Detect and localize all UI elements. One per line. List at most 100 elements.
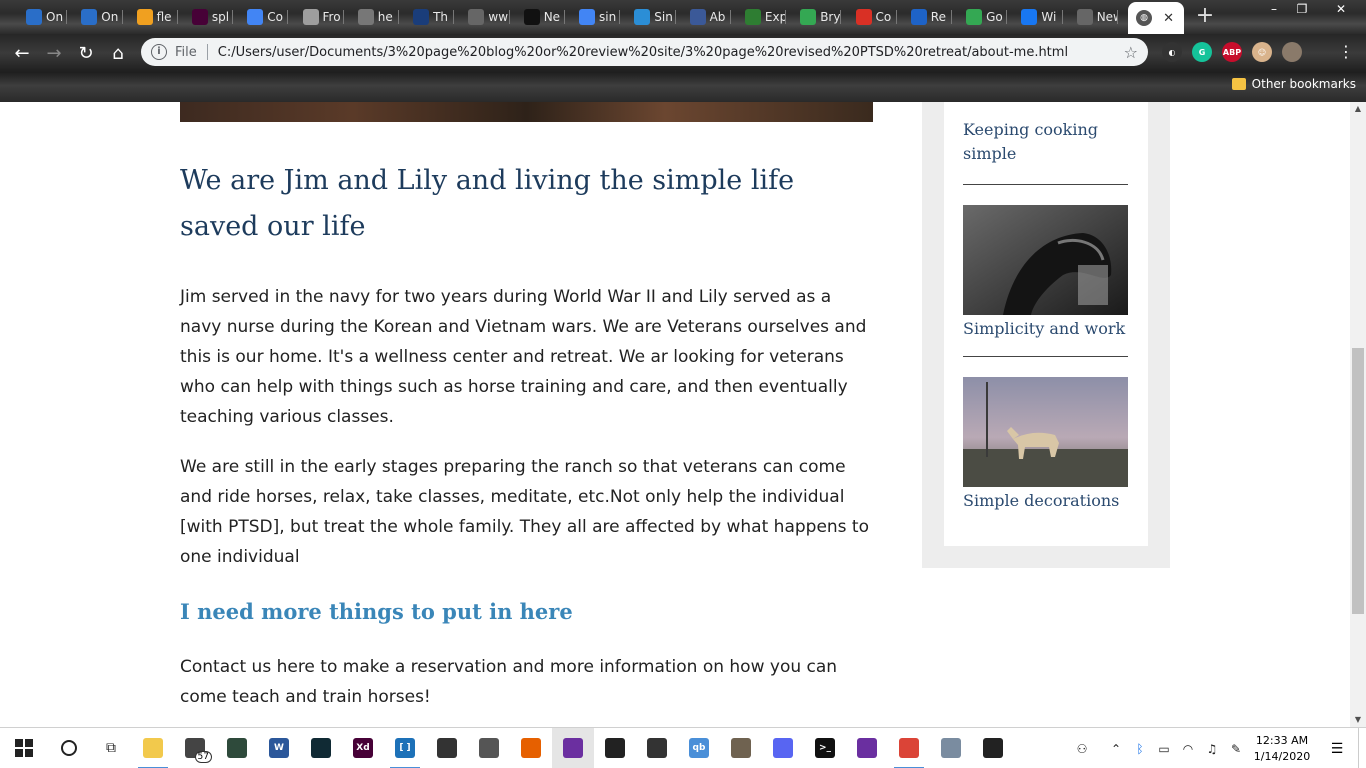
browser-tab[interactable]: On [67,4,123,30]
browser-tab[interactable]: Go [952,4,1008,30]
sidebar-item-work[interactable]: Simplicity and work [963,205,1128,341]
qb-icon: qb [689,738,709,758]
volume-icon[interactable]: ♫ [1200,742,1224,756]
scheme-label: File [175,44,197,60]
scroll-up-arrow-icon[interactable]: ▲ [1350,102,1366,116]
other-bookmarks-label: Other bookmarks [1251,77,1356,91]
sidebar-item-decorations[interactable]: Simple decorations [963,377,1128,513]
sidebar-link-work[interactable]: Simplicity and work [963,317,1128,341]
browser-tab[interactable]: sin [565,4,621,30]
sidebar-link-cooking[interactable]: Keeping cooking simple [963,118,1128,166]
taskbar-app-button[interactable] [720,728,762,768]
tray-chevron-icon[interactable]: ⌃ [1104,742,1128,756]
wifi-icon[interactable]: ◠ [1176,742,1200,756]
address-bar[interactable]: i File C:/Users/user/Documents/3%20page%… [141,38,1148,66]
home-button[interactable]: ⌂ [102,43,134,64]
taskbar-app-button[interactable]: W [258,728,300,768]
browser-tab[interactable]: fle [123,4,178,30]
taskbar-app-button[interactable] [636,728,678,768]
browser-tab[interactable]: Bry [786,4,842,30]
taskbar-app-button[interactable] [846,728,888,768]
taskbar-app-button[interactable] [972,728,1014,768]
profile-avatar-icon[interactable] [1282,42,1302,62]
battery-icon[interactable]: ▭ [1152,742,1176,756]
taskbar-app-button[interactable] [132,728,174,768]
horse-field-thumbnail[interactable] [963,377,1128,487]
reload-button[interactable]: ↻ [70,43,102,64]
pen-icon[interactable]: ✎ [1224,742,1248,756]
tab-label: he [377,10,393,24]
active-tab[interactable]: ◍ ✕ [1128,2,1184,34]
other-bookmarks[interactable]: Other bookmarks [1231,77,1356,91]
scrollbar-thumb[interactable] [1352,348,1364,614]
docs-icon [247,9,264,25]
contrast-icon[interactable]: ◐ [1162,42,1182,62]
data-app-icon [479,738,499,758]
tab-label: sin [599,10,617,24]
taskbar-app-button[interactable] [594,728,636,768]
sidebar-item-cooking[interactable]: Keeping cooking simple [963,118,1128,166]
browser-tab[interactable]: Sin [620,4,676,30]
taskbar-app-button[interactable] [300,728,342,768]
blank-icon [1076,9,1093,25]
page-scrollbar[interactable]: ▲ ▼ [1350,102,1366,727]
taskbar-app-button[interactable] [762,728,804,768]
ranch-paragraph: We are still in the early stages prepari… [180,457,869,567]
saddle-thumbnail[interactable] [963,205,1128,315]
browser-tab[interactable]: Co [233,4,289,30]
browser-tab[interactable]: ww [454,4,510,30]
taskbar-app-button[interactable] [468,728,510,768]
tab-label: Co [875,10,892,24]
browser-tab[interactable]: Th [399,4,455,30]
taskbar-app-button[interactable]: 57 [174,728,216,768]
show-desktop-button[interactable] [1358,728,1366,768]
close-window-button[interactable]: ✕ [1316,0,1366,18]
browser-tab[interactable]: Exp [731,4,787,30]
browser-tab[interactable]: New Ta [1063,4,1118,30]
browser-tab[interactable]: spl [178,4,234,30]
bookmark-star-icon[interactable]: ☆ [1124,43,1138,62]
taskbar-app-button[interactable] [510,728,552,768]
browser-tab[interactable]: Ne [510,4,565,30]
browser-tab[interactable]: Co [842,4,897,30]
minimize-button[interactable]: – [1260,0,1288,18]
browser-tab[interactable]: Fro [289,4,344,30]
adblock-icon[interactable]: ABP [1222,42,1242,62]
taskbar-app-button[interactable] [552,727,594,768]
tab-label: Wi [1041,10,1057,24]
info-icon[interactable]: i [151,44,167,60]
scroll-down-arrow-icon[interactable]: ▼ [1350,713,1366,727]
search-circle-button[interactable] [48,728,90,768]
forward-button[interactable]: → [38,43,70,64]
browser-tab[interactable]: Re [897,4,953,30]
restore-button[interactable]: ❐ [1288,0,1316,18]
bluetooth-icon[interactable]: ᛒ [1128,742,1152,756]
browser-tab[interactable]: he [344,4,400,30]
url-text[interactable]: C:/Users/user/Documents/3%20page%20blog%… [218,45,1068,60]
taskbar-app-button[interactable] [888,728,930,768]
taskbar-app-button[interactable] [930,728,972,768]
taskbar-app-button[interactable]: [ ] [384,728,426,768]
browser-tab[interactable]: Wi [1007,4,1063,30]
action-center-icon[interactable]: ☰ [1316,741,1358,757]
start-button[interactable] [0,728,48,768]
taskbar-app-button[interactable]: qb [678,728,720,768]
tab-label: Re [930,10,946,24]
close-tab-icon[interactable]: ✕ [1163,11,1174,26]
browser-toolbar: ← → ↻ ⌂ i File C:/Users/user/Documents/3… [0,34,1366,72]
back-button[interactable]: ← [6,43,38,64]
browser-tab[interactable]: On [12,4,68,30]
system-clock[interactable]: 12:33 AM 1/14/2020 [1248,733,1316,765]
task-view-button[interactable]: ⧉ [90,728,132,768]
taskbar-app-button[interactable] [426,728,468,768]
browser-tab[interactable]: Ab [676,4,731,30]
extension-face-icon[interactable]: ☺ [1252,42,1272,62]
people-icon[interactable]: ⚇ [1070,742,1094,756]
sidebar-link-decorations[interactable]: Simple decorations [963,489,1128,513]
taskbar-app-button[interactable] [216,728,258,768]
menu-icon[interactable]: ⋮ [1330,42,1362,61]
taskbar-app-button[interactable]: Xd [342,728,384,768]
grammarly-icon[interactable]: G [1192,42,1212,62]
taskbar-app-button[interactable]: >_ [804,728,846,768]
new-tab-button[interactable]: + [1191,5,1219,29]
